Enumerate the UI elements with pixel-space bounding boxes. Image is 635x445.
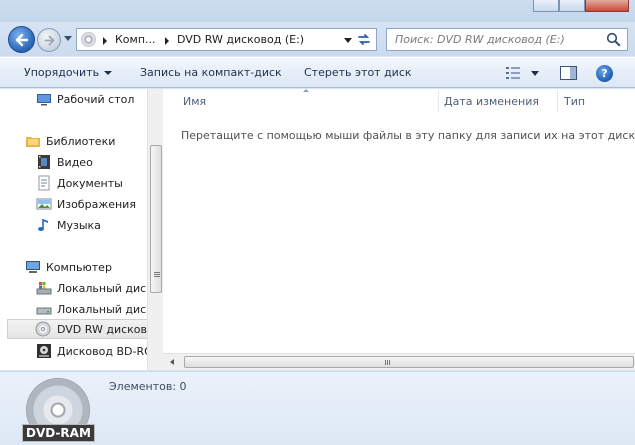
bd-drive-icon [37,344,51,358]
minimize-button[interactable] [533,0,559,12]
sidebar-item-label: Видео [57,156,93,169]
address-bar[interactable]: Комп... DVD RW дисковод (E:) [76,28,377,51]
sidebar-item-documents[interactable]: Документы [0,173,148,193]
sidebar-item-video[interactable]: Видео [0,152,148,172]
close-button[interactable] [585,0,629,12]
scrollbar-thumb[interactable] [184,356,634,368]
breadcrumb-dvd-drive[interactable]: DVD RW дисковод (E:) [177,33,304,46]
recent-pages-dropdown[interactable] [64,36,72,41]
file-list[interactable]: Имя Дата изменения Тип Перетащите с помо… [163,89,635,370]
dvd-disc-icon [81,32,96,47]
sidebar-item-bd-rom[interactable]: Дисковод BD-RO [0,341,148,361]
sidebar-item-label: Рабочий стол [57,93,135,106]
breadcrumb-chevron-icon[interactable] [103,37,107,45]
organize-label: Упорядочить [24,66,100,79]
search-icon[interactable] [606,32,621,47]
computer-icon [26,261,40,273]
sidebar-item-label: Компьютер [46,261,112,274]
search-box[interactable]: Поиск: DVD RW дисковод (E:) [386,28,628,51]
column-divider[interactable] [557,90,558,112]
sidebar-item-local-disk-c[interactable]: Локальный диск [0,278,148,298]
burn-to-disc-button[interactable]: Запись на компакт-диск [140,66,282,79]
sidebar-item-label: Изображения [57,198,136,211]
column-header-date-modified[interactable]: Дата изменения [444,95,539,108]
view-dropdown-icon[interactable] [531,71,539,76]
back-button[interactable] [8,26,35,53]
sidebar-item-dvd-rw[interactable]: DVD RW дисковод [7,319,148,339]
sidebar-item-label: Локальный диск [57,282,148,295]
breadcrumb-computer[interactable]: Комп... [115,33,156,46]
documents-icon [38,175,50,191]
breadcrumb-chevron-icon[interactable] [165,37,169,45]
desktop-icon [37,94,51,106]
navigation-pane-scrollbar[interactable] [147,89,163,370]
scrollbar-thumb[interactable] [150,145,162,293]
organize-button[interactable]: Упорядочить [24,66,113,79]
empty-folder-message: Перетащите с помощью мыши файлы в эту па… [181,129,635,142]
video-icon [38,155,50,169]
command-bar: Упорядочить Запись на компакт-диск Стере… [0,57,635,88]
address-dropdown-icon[interactable] [344,38,352,43]
caption-buttons [533,0,629,12]
sidebar-item-label: DVD RW дисковод [57,323,147,336]
pictures-icon [36,198,52,210]
preview-pane-icon[interactable] [560,66,577,80]
sidebar-item-music[interactable]: Музыка [0,215,148,235]
help-icon[interactable]: ? [596,65,613,82]
sidebar-item-computer[interactable]: Компьютер [0,257,148,277]
sidebar-item-desktop[interactable]: Рабочий стол [0,89,148,109]
scrollbar-grip [154,272,160,273]
window-titlebar [0,0,635,22]
navigation-bar: Комп... DVD RW дисковод (E:) Поиск: DVD … [0,22,635,56]
sidebar-item-pictures[interactable]: Изображения [0,194,148,214]
column-header-type[interactable]: Тип [564,95,585,108]
sidebar-item-label: Документы [57,177,123,190]
arrow-left-icon [15,33,29,47]
column-divider[interactable] [438,90,439,112]
sort-ascending-icon [303,89,309,92]
navigation-pane: Рабочий стол Библиотеки Видео Документы … [0,89,162,370]
item-count: Элементов: 0 [109,380,187,393]
forward-button[interactable] [37,28,61,52]
maximize-button[interactable] [559,0,585,12]
search-placeholder: Поиск: DVD RW дисковод (E:) [395,33,565,46]
file-list-horizontal-scrollbar[interactable] [163,353,635,370]
details-pane: DVD-RAM Элементов: 0 [0,371,635,445]
system-drive-icon [36,282,52,295]
music-icon [38,219,48,231]
disc-type-label: DVD-RAM [22,424,95,442]
sidebar-item-label: Библиотеки [46,135,116,148]
drive-icon [36,307,52,315]
column-header-name[interactable]: Имя [183,95,206,108]
refresh-icon[interactable] [355,31,373,48]
scroll-left-icon[interactable] [170,359,174,365]
sidebar-item-label: Дисковод BD-RO [57,345,148,358]
view-options-icon[interactable] [506,67,524,79]
sidebar-item-local-disk-d[interactable]: Локальный диск [0,299,148,319]
arrow-right-icon [44,35,55,46]
libraries-icon [26,137,40,147]
sidebar-item-label: Локальный диск [57,303,148,316]
erase-disc-button[interactable]: Стереть этот диск [304,66,412,79]
dvd-drive-icon [35,321,51,337]
scrollbar-grip [385,360,386,365]
sidebar-item-libraries[interactable]: Библиотеки [0,131,148,151]
chevron-down-icon [104,71,113,75]
sidebar-item-label: Музыка [57,219,101,232]
